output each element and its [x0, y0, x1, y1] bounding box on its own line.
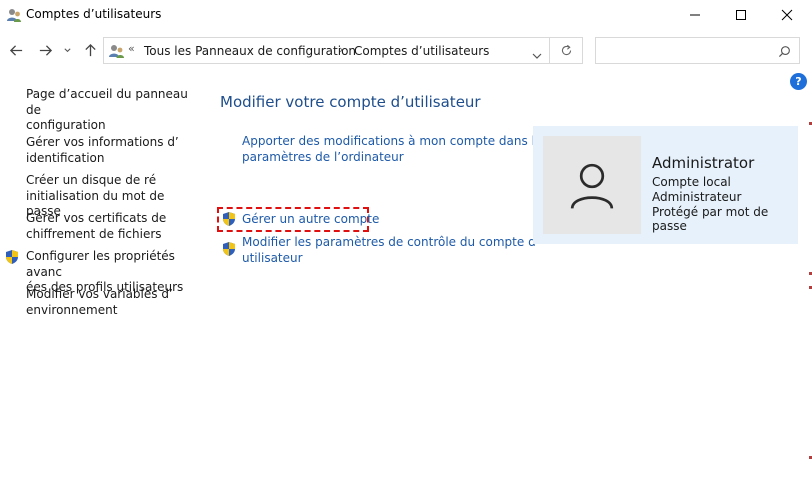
arrow-up-icon [84, 43, 96, 56]
sidebar-item-encryption-certificates[interactable]: Gérer vos certificats de chiffrement de … [26, 211, 196, 242]
back-button[interactable] [6, 40, 26, 60]
arrow-left-icon [9, 44, 22, 56]
uac-shield-icon [4, 249, 20, 265]
refresh-icon [561, 44, 571, 56]
maximize-icon [736, 10, 746, 20]
navigation-bar: « Tous les Panneaux de configuration › C… [0, 34, 812, 66]
account-type: Compte local [652, 175, 731, 189]
up-button[interactable] [80, 40, 100, 60]
user-name: Administrator [652, 154, 755, 172]
address-dropdown-icon[interactable] [531, 46, 543, 59]
manage-another-account-link[interactable]: Gérer un autre compte [242, 212, 379, 228]
change-account-settings-link[interactable]: Apporter des modifications à mon compte … [242, 134, 549, 165]
avatar [543, 136, 641, 234]
uac-shield-icon [221, 211, 237, 227]
sidebar-item-environment-variables[interactable]: Modifier vos variables d’ environnement [26, 287, 196, 318]
search-icon [778, 46, 790, 58]
minimize-icon [690, 14, 700, 16]
forward-button[interactable] [35, 40, 55, 60]
window-title: Comptes d’utilisateurs [26, 7, 162, 21]
breadcrumb-overflow[interactable]: « [128, 42, 135, 55]
refresh-button[interactable] [550, 37, 583, 64]
users-app-icon [6, 7, 22, 23]
user-account-panel: Administrator Compte local Administrateu… [533, 126, 798, 244]
breadcrumb-all-control-panel[interactable]: Tous les Panneaux de configuration [144, 44, 356, 58]
user-icon [570, 163, 614, 209]
sidebar-item-control-panel-home[interactable]: Page d’accueil du panneau de configurati… [26, 87, 196, 134]
recent-locations-button[interactable] [60, 40, 74, 60]
breadcrumb-separator[interactable]: › [339, 43, 343, 56]
help-button[interactable]: ? [790, 73, 807, 90]
arrow-right-icon [39, 44, 52, 56]
account-protection: Protégé par mot de passe [652, 205, 769, 233]
search-input[interactable] [595, 37, 800, 64]
control-panel-icon [108, 43, 126, 59]
minimize-button[interactable] [672, 0, 718, 30]
close-button[interactable] [764, 0, 810, 30]
chevron-down-icon [63, 47, 71, 52]
close-icon [781, 9, 793, 21]
account-role: Administrateur [652, 190, 742, 204]
title-bar: Comptes d’utilisateurs [0, 0, 812, 30]
uac-shield-icon [221, 241, 237, 257]
address-bar[interactable]: « Tous les Panneaux de configuration › C… [103, 37, 550, 64]
page-title: Modifier votre compte d’utilisateur [220, 93, 481, 111]
maximize-button[interactable] [718, 0, 764, 30]
breadcrumb-user-accounts[interactable]: Comptes d’utilisateurs [354, 44, 489, 58]
uac-settings-link[interactable]: Modifier les paramètres de contrôle du c… [242, 235, 540, 266]
sidebar-item-credentials[interactable]: Gérer vos informations d’ identification [26, 135, 196, 166]
